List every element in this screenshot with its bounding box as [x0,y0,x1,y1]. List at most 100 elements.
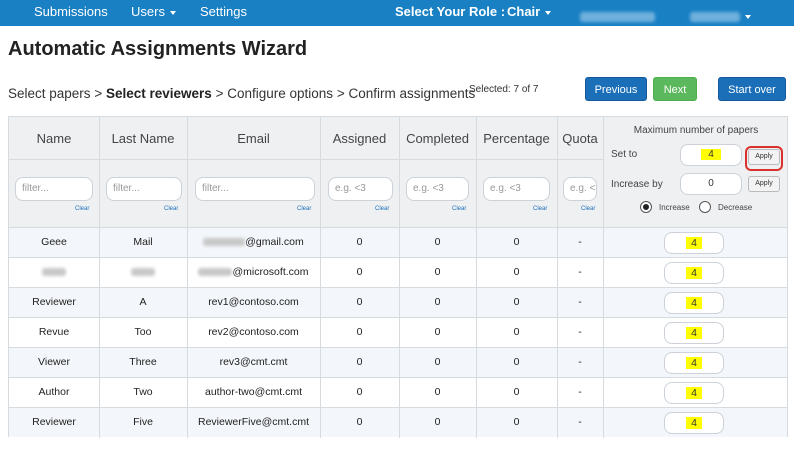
column-divider [603,378,604,408]
filter-assigned-input[interactable]: e.g. <3 [328,177,393,201]
clear-email-filter[interactable]: Clear [297,206,311,212]
cell-name: Reviewer [32,416,76,428]
column-divider [603,288,604,318]
cell-completed: 0 [434,386,441,398]
max-papers-input[interactable]: 4 [664,352,724,374]
clear-percentage-filter[interactable]: Clear [533,206,547,212]
decrease-radio[interactable] [699,201,711,213]
increase-by-input[interactable]: 0 [680,173,742,195]
max-papers-input[interactable]: 4 [664,292,724,314]
user-menu[interactable] [690,8,751,23]
filter-name-input[interactable]: filter... [15,177,93,201]
set-to-input[interactable]: 4 [680,144,742,166]
cell-last-name [99,258,187,287]
max-papers-input[interactable]: 4 [664,412,724,434]
max-papers-input[interactable]: 4 [664,232,724,254]
set-to-value: 4 [701,149,721,160]
nav-submissions[interactable]: Submissions [34,4,108,19]
email-text: rev1@contoso.com [208,296,299,308]
step-confirm-assignments: Confirm assignments [348,86,476,101]
max-papers-title: Maximum number of papers [633,125,759,136]
next-button[interactable]: Next [653,77,697,101]
header-email[interactable]: Email [187,131,320,146]
table-row: Revue Too rev2@contoso.com 0 0 0 - 4 [9,317,787,348]
table-row: Reviewer Five ReviewerFive@cmt.cmt 0 0 0 - 4 [9,407,787,438]
start-over-button[interactable]: Start over [718,77,786,101]
max-papers-input[interactable]: 4 [664,382,724,404]
clear-last-name-filter[interactable]: Clear [164,206,178,212]
email-text: rev3@cmt.cmt [219,356,288,368]
max-papers-value: 4 [686,237,702,249]
cell-quota: - [578,326,582,338]
max-papers-input[interactable]: 4 [664,322,724,344]
cell-assigned: 0 [356,236,363,248]
cell-quota: - [578,266,582,278]
role-selector[interactable]: Chair [507,4,552,19]
header-assigned[interactable]: Assigned [320,131,399,146]
filter-last-name-input[interactable]: filter... [106,177,182,201]
wizard-steps: Select papers > Select reviewers > Confi… [8,86,475,101]
redacted-text [131,268,155,277]
table-row: @microsoft.com 0 0 0 - 4 [9,257,787,288]
filter-quota-input[interactable]: e.g. <3 [563,177,597,201]
set-to-label: Set to [611,149,638,160]
cell-quota: - [578,416,582,428]
nav-users-label: Users [131,4,165,19]
previous-button[interactable]: Previous [585,77,647,101]
step-select-reviewers: Select reviewers [105,86,212,101]
cell-percentage: 0 [513,266,520,278]
increase-radio[interactable] [640,201,652,213]
nav-settings[interactable]: Settings [200,4,247,19]
chevron-down-icon [169,10,176,15]
header-completed[interactable]: Completed [399,131,476,146]
increase-by-apply-button[interactable]: Apply [748,176,780,192]
cell-email: author-two@cmt.cmt [187,378,320,407]
cell-assigned: 0 [356,266,363,278]
clear-name-filter[interactable]: Clear [75,206,89,212]
max-papers-input[interactable]: 4 [664,262,724,284]
reviewers-table: Name Last Name Email Assigned Completed … [8,116,788,438]
clear-quota-filter[interactable]: Clear [581,206,595,212]
cell-name: Viewer [38,356,70,368]
cell-email: ReviewerFive@cmt.cmt [187,408,320,437]
max-papers-value: 4 [686,267,702,279]
clear-completed-filter[interactable]: Clear [452,206,466,212]
step-select-papers: Select papers [8,86,91,101]
header-quota[interactable]: Quota [557,131,603,146]
table-row: Viewer Three rev3@cmt.cmt 0 0 0 - 4 [9,347,787,378]
max-papers-value: 4 [686,297,702,309]
increase-radio-label: Increase [659,203,690,212]
step-separator: > [336,86,345,101]
set-to-apply-button[interactable]: Apply [748,149,780,165]
filter-completed-input[interactable]: e.g. <3 [406,177,469,201]
redacted-text [42,268,66,277]
cell-quota: - [578,356,582,368]
cell-assigned: 0 [356,326,363,338]
clear-assigned-filter[interactable]: Clear [375,206,389,212]
filter-email-input[interactable]: filter... [195,177,315,201]
email-text: @microsoft.com [232,266,309,278]
cell-completed: 0 [434,296,441,308]
header-percentage[interactable]: Percentage [476,131,557,146]
filter-percentage-input[interactable]: e.g. <3 [483,177,550,201]
table-row: Geee Mail @gmail.com 0 0 0 - 4 [9,227,787,258]
cell-quota: - [578,296,582,308]
redacted-conference[interactable] [580,8,655,23]
cell-completed: 0 [434,416,441,428]
chevron-down-icon [545,10,552,15]
nav-users[interactable]: Users [131,4,176,19]
cell-email: rev3@cmt.cmt [187,348,320,377]
header-last-name[interactable]: Last Name [99,131,187,146]
increase-by-label: Increase by [611,179,663,190]
max-papers-value: 4 [686,327,702,339]
step-separator: > [215,86,224,101]
cell-email: rev2@contoso.com [187,318,320,347]
cell-completed: 0 [434,356,441,368]
header-name[interactable]: Name [9,131,99,146]
redacted-text [198,268,233,277]
cell-email: @gmail.com [187,228,320,257]
cell-last-name: Mail [133,236,153,248]
cell-name: Geee [41,236,67,248]
max-papers-value: 4 [686,387,702,399]
cell-assigned: 0 [356,296,363,308]
